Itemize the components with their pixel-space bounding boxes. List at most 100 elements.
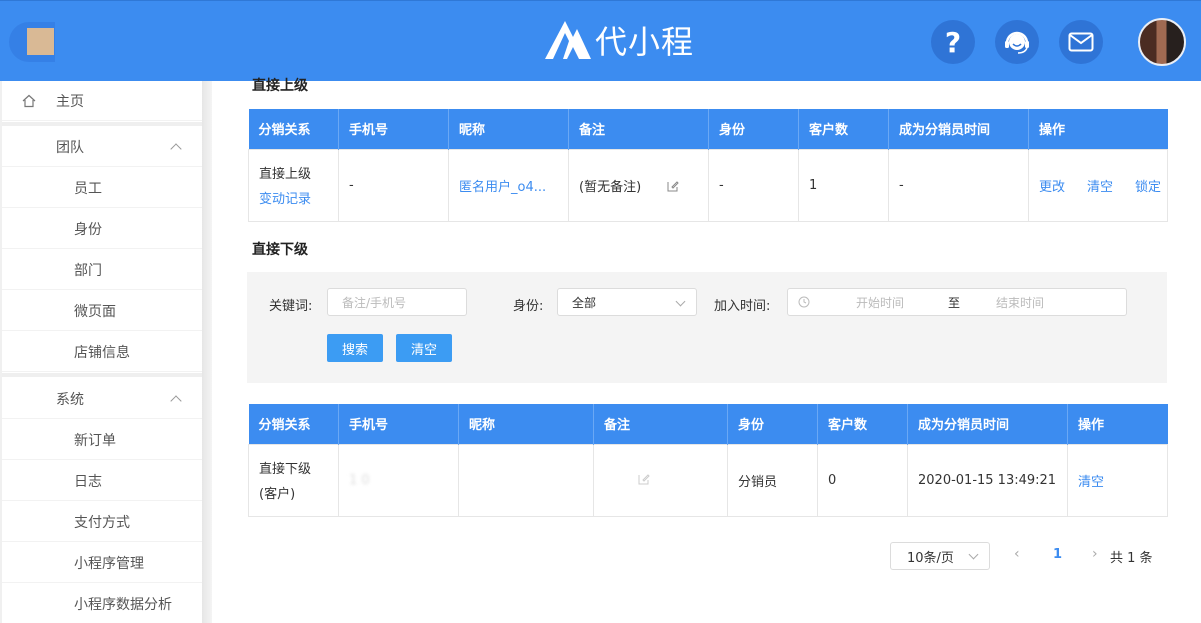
sidebar-group-team[interactable]: 团队 bbox=[2, 127, 202, 167]
nickname-cell bbox=[458, 443, 594, 517]
identity-cell: 分销员 bbox=[727, 443, 818, 517]
customers-cell: 0 bbox=[817, 443, 908, 517]
phone-cell: - bbox=[338, 148, 449, 222]
sidebar-item-home[interactable]: 主页 bbox=[2, 81, 202, 121]
join-time-cell: 2020-01-15 13:49:21 bbox=[907, 443, 1068, 517]
brand-arrow-icon bbox=[545, 21, 591, 59]
mail-icon bbox=[1068, 32, 1094, 52]
table-header-row: 分销关系 手机号 昵称 备注 身份 客户数 成为分销员时间 操作 bbox=[248, 109, 1168, 149]
table-row: 直接上级 变动记录 - 匿名用户_o4... (暂无备注) - 1 - 更改 清空… bbox=[248, 148, 1168, 222]
identity-cell: - bbox=[708, 148, 799, 222]
remark-redacted bbox=[604, 473, 612, 488]
table-row: 直接下级 (客户) 1 0 分销员 0 2020-01-15 13:49:21 … bbox=[248, 443, 1168, 517]
sidebar-item-label: 小程序数据分析 bbox=[74, 596, 172, 613]
clear-button[interactable]: 清空 bbox=[1078, 475, 1104, 490]
nickname-link[interactable]: 匿名用户_o4... bbox=[459, 180, 546, 195]
sidebar-item-label: 支付方式 bbox=[74, 514, 130, 531]
sidebar-menu: 主页 团队 员工 身份 部门 微页面 店铺信息 系统 新订单 日志 支付方式 小… bbox=[2, 81, 202, 623]
sidebar-item-new-orders[interactable]: 新订单 bbox=[2, 420, 202, 460]
sidebar-item-logs[interactable]: 日志 bbox=[2, 461, 202, 501]
sidebar-item-label: 身份 bbox=[74, 221, 102, 238]
page-size-value: 10条/页 bbox=[907, 550, 954, 566]
end-date-placeholder: 结束时间 bbox=[996, 295, 1045, 310]
range-separator: 至 bbox=[948, 295, 961, 310]
date-range-picker[interactable]: 开始时间 至 结束时间 bbox=[787, 288, 1127, 316]
shop-logo[interactable] bbox=[27, 28, 54, 55]
help-button[interactable]: ? bbox=[931, 20, 975, 64]
sidebar-item-micropage[interactable]: 微页面 bbox=[2, 291, 202, 331]
sidebar-group-label: 团队 bbox=[56, 139, 84, 156]
sidebar-divider bbox=[2, 122, 202, 126]
relation-text: 直接下级 bbox=[259, 462, 312, 477]
filter-panel: 关键词: 备注/手机号 身份: 全部 加入时间: 开始时间 至 结束时间 搜索 … bbox=[247, 272, 1167, 383]
actions-cell: 清空 bbox=[1067, 443, 1168, 517]
join-time-label: 加入时间: bbox=[714, 299, 771, 314]
column-header: 身份 bbox=[708, 109, 799, 149]
join-time-cell: - bbox=[888, 148, 1029, 222]
current-page[interactable]: 1 bbox=[1053, 547, 1062, 562]
sidebar-item-staff[interactable]: 员工 bbox=[2, 168, 202, 208]
change-log-link[interactable]: 变动记录 bbox=[259, 188, 338, 207]
change-button[interactable]: 更改 bbox=[1039, 180, 1065, 195]
column-header: 手机号 bbox=[338, 109, 449, 149]
clock-icon bbox=[798, 296, 810, 308]
identity-select[interactable]: 全部 bbox=[557, 288, 697, 316]
nickname-redacted bbox=[469, 473, 473, 488]
phone-cell: 1 0 bbox=[338, 443, 459, 517]
clear-filter-button[interactable]: 清空 bbox=[396, 334, 452, 362]
next-page-button[interactable]: › bbox=[1092, 546, 1098, 562]
sidebar-item-label: 小程序管理 bbox=[74, 555, 144, 572]
column-header: 昵称 bbox=[448, 109, 569, 149]
relation-cell: 直接下级 (客户) bbox=[248, 443, 339, 517]
keyword-input[interactable]: 备注/手机号 bbox=[327, 288, 467, 316]
prev-page-button[interactable]: ‹ bbox=[1014, 546, 1020, 562]
home-icon bbox=[22, 94, 36, 108]
sidebar-item-analytics[interactable]: 小程序数据分析 bbox=[2, 584, 202, 623]
column-header: 昵称 bbox=[458, 404, 594, 444]
nickname-cell: 匿名用户_o4... bbox=[448, 148, 569, 222]
page-size-select[interactable]: 10条/页 bbox=[890, 542, 990, 570]
column-header: 操作 bbox=[1028, 109, 1168, 149]
relation-text: 直接上级 bbox=[259, 167, 312, 182]
chevron-down-icon bbox=[675, 296, 686, 307]
column-header: 分销关系 bbox=[248, 404, 339, 444]
clear-button[interactable]: 清空 bbox=[1087, 180, 1113, 195]
sidebar-item-shop-info[interactable]: 店铺信息 bbox=[2, 332, 202, 372]
start-date-placeholder: 开始时间 bbox=[856, 295, 905, 310]
actions-cell: 更改 清空 锁定 bbox=[1028, 148, 1168, 222]
user-avatar[interactable] bbox=[1138, 18, 1186, 66]
sidebar-item-label: 部门 bbox=[74, 262, 102, 279]
sidebar-item-label: 新订单 bbox=[74, 432, 116, 449]
remark-text: (暂无备注) bbox=[579, 179, 642, 195]
edit-icon[interactable] bbox=[667, 180, 680, 192]
chevron-up-icon bbox=[170, 143, 182, 155]
column-header: 手机号 bbox=[338, 404, 459, 444]
search-button[interactable]: 搜索 bbox=[327, 334, 383, 362]
table-header-row: 分销关系 手机号 昵称 备注 身份 客户数 成为分销员时间 操作 bbox=[248, 404, 1168, 444]
downline-title: 直接下级 bbox=[252, 242, 308, 258]
customers-cell: 1 bbox=[798, 148, 889, 222]
remark-cell bbox=[593, 443, 728, 517]
relation-cell: 直接上级 变动记录 bbox=[248, 148, 339, 222]
mail-button[interactable] bbox=[1059, 20, 1103, 64]
sidebar: 主页 团队 员工 身份 部门 微页面 店铺信息 系统 新订单 日志 支付方式 小… bbox=[0, 81, 212, 623]
brand-name: 代小程 bbox=[595, 23, 695, 61]
sidebar-divider bbox=[2, 373, 202, 377]
sidebar-group-system[interactable]: 系统 bbox=[2, 379, 202, 419]
sidebar-item-identity[interactable]: 身份 bbox=[2, 209, 202, 249]
column-header: 成为分销员时间 bbox=[907, 404, 1068, 444]
keyword-placeholder: 备注/手机号 bbox=[342, 295, 407, 310]
lock-button[interactable]: 锁定 bbox=[1135, 180, 1161, 195]
support-button[interactable] bbox=[995, 20, 1039, 64]
column-header: 备注 bbox=[593, 404, 728, 444]
upline-title: 直接上级 bbox=[252, 78, 308, 94]
edit-icon[interactable] bbox=[638, 473, 651, 485]
column-header: 操作 bbox=[1067, 404, 1168, 444]
sidebar-item-label: 店铺信息 bbox=[74, 344, 130, 361]
sidebar-item-department[interactable]: 部门 bbox=[2, 250, 202, 290]
sidebar-item-miniprogram[interactable]: 小程序管理 bbox=[2, 543, 202, 583]
sidebar-item-payment[interactable]: 支付方式 bbox=[2, 502, 202, 542]
sidebar-item-label: 日志 bbox=[74, 473, 102, 490]
column-header: 成为分销员时间 bbox=[888, 109, 1029, 149]
keyword-label: 关键词: bbox=[269, 299, 313, 314]
